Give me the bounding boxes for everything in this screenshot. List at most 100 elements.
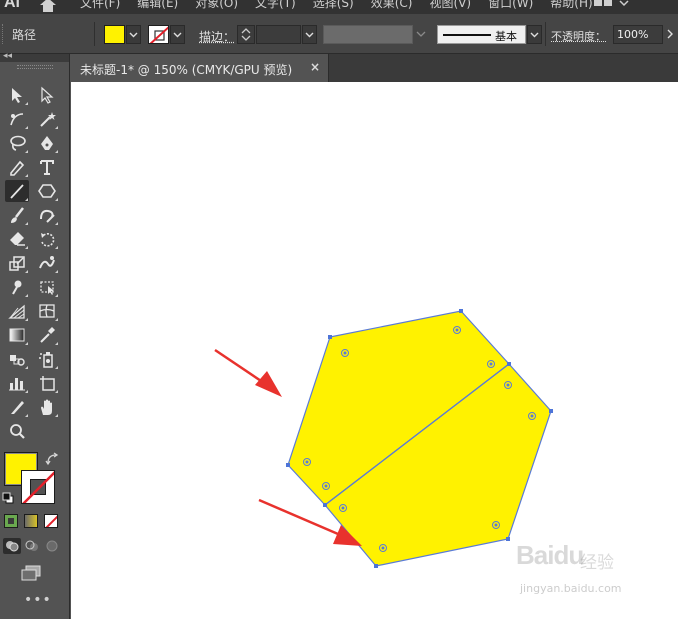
collapse-panel-icon[interactable]: ◂◂ bbox=[3, 51, 12, 61]
scale-tool[interactable] bbox=[5, 252, 29, 274]
stroke-color-box[interactable] bbox=[21, 470, 55, 504]
magic-wand-tool[interactable] bbox=[35, 108, 59, 130]
rotate-tool[interactable] bbox=[35, 228, 59, 250]
artboard-tool[interactable] bbox=[35, 372, 59, 394]
control-bar: 路径 描边： 基本 不透明度： 100% bbox=[0, 14, 678, 54]
gradient-tool[interactable] bbox=[5, 324, 29, 346]
chevron-right-icon[interactable] bbox=[665, 28, 675, 40]
draw-normal-button[interactable] bbox=[3, 538, 21, 554]
rotate-icon bbox=[41, 233, 55, 247]
fill-dropdown-button[interactable] bbox=[126, 25, 141, 44]
brush-definition[interactable]: 基本 bbox=[437, 25, 526, 44]
shaper-tool[interactable] bbox=[35, 204, 59, 226]
close-tab-button[interactable]: × bbox=[310, 60, 320, 74]
opacity-label[interactable]: 不透明度： bbox=[551, 28, 606, 44]
stroke-weight-input[interactable] bbox=[256, 25, 301, 44]
stroke-weight-label[interactable]: 描边： bbox=[199, 28, 235, 45]
polygon-tool[interactable] bbox=[35, 180, 59, 202]
document-tab[interactable]: 未标题-1* @ 150% (CMYK/GPU 预览) × bbox=[71, 54, 329, 82]
menu-item[interactable]: 帮助(H) bbox=[550, 0, 592, 11]
mesh-tool[interactable] bbox=[35, 300, 59, 322]
eyedropper-tool[interactable] bbox=[35, 324, 59, 346]
tool-group-indicator bbox=[25, 294, 28, 297]
artboard-icon bbox=[40, 376, 55, 391]
watermark-logo: Baidu bbox=[516, 540, 584, 570]
stroke-weight-spinner[interactable] bbox=[237, 25, 255, 44]
opacity-input[interactable]: 100% bbox=[613, 25, 663, 44]
screen-mode-icon[interactable] bbox=[20, 564, 44, 582]
default-fill-stroke-icon[interactable] bbox=[2, 492, 14, 504]
direct-selection-tool[interactable] bbox=[35, 84, 59, 106]
anchor-point bbox=[323, 503, 327, 507]
blend-tool[interactable] bbox=[5, 348, 29, 370]
tool-group-indicator bbox=[55, 414, 58, 417]
document-tab-title: 未标题-1* @ 150% (CMYK/GPU 预览) bbox=[80, 63, 293, 77]
tools-panel-grip[interactable] bbox=[16, 65, 53, 69]
hand-tool[interactable] bbox=[35, 396, 59, 418]
watermark-url: jingyan.baidu.com bbox=[520, 582, 622, 595]
eraser-tool[interactable] bbox=[5, 228, 29, 250]
anchor-point bbox=[506, 537, 510, 541]
line-segment-tool[interactable] bbox=[5, 180, 29, 202]
fill-swatch[interactable] bbox=[104, 25, 125, 44]
type-tool[interactable] bbox=[35, 156, 59, 178]
paintbrush-icon bbox=[11, 207, 24, 223]
tool-group-indicator bbox=[55, 342, 58, 345]
control-bar-grip[interactable] bbox=[2, 24, 5, 44]
warp-tool[interactable] bbox=[35, 252, 59, 274]
gradient-mode-button[interactable] bbox=[24, 514, 38, 528]
chevron-down-icon bbox=[305, 32, 314, 37]
stroke-swatch[interactable] bbox=[148, 25, 169, 44]
pen-tool[interactable] bbox=[35, 132, 59, 154]
home-icon[interactable] bbox=[38, 0, 58, 12]
tool-group-indicator bbox=[55, 390, 58, 393]
lasso-tool[interactable] bbox=[5, 132, 29, 154]
menu-item[interactable]: 对象(O) bbox=[195, 0, 238, 11]
tools-panel: ◂◂ ••• bbox=[0, 51, 70, 619]
none-mode-button[interactable] bbox=[44, 514, 58, 528]
workspace-switcher-icon[interactable] bbox=[592, 0, 632, 10]
column-graph-tool[interactable] bbox=[5, 372, 29, 394]
draw-behind-button[interactable] bbox=[23, 538, 41, 554]
curvature-icon bbox=[10, 113, 24, 126]
variable-width-profile[interactable] bbox=[323, 25, 413, 44]
menu-item[interactable]: 视图(V) bbox=[429, 0, 471, 11]
menu-item[interactable]: 效果(C) bbox=[371, 0, 413, 11]
swap-fill-stroke-icon[interactable] bbox=[45, 452, 59, 466]
chevron-down-icon bbox=[173, 32, 182, 37]
tool-group-indicator bbox=[55, 126, 58, 129]
chevron-down-icon[interactable] bbox=[416, 28, 426, 40]
pencil-tool[interactable] bbox=[5, 156, 29, 178]
tool-group-indicator bbox=[55, 270, 58, 273]
selection-tool[interactable] bbox=[5, 84, 29, 106]
free-transform-tool[interactable] bbox=[35, 276, 59, 298]
anchor-point bbox=[549, 409, 553, 413]
chevron-down-icon bbox=[530, 32, 539, 37]
menu-item[interactable]: 文件(F) bbox=[80, 0, 120, 11]
tool-group-indicator bbox=[55, 198, 58, 201]
tool-group-indicator bbox=[25, 150, 28, 153]
puppet-warp-tool[interactable] bbox=[5, 276, 29, 298]
perspective-grid-icon bbox=[8, 304, 25, 319]
artwork[interactable] bbox=[71, 82, 678, 619]
brush-dropdown-button[interactable] bbox=[527, 25, 542, 44]
curvature-tool[interactable] bbox=[5, 108, 29, 130]
pencil-icon bbox=[10, 160, 25, 176]
zoom-tool[interactable] bbox=[5, 420, 29, 442]
stroke-weight-dropdown[interactable] bbox=[302, 25, 317, 44]
symbol-sprayer-icon bbox=[39, 352, 53, 368]
menu-item[interactable]: 选择(S) bbox=[313, 0, 354, 11]
menu-item[interactable]: 窗口(W) bbox=[488, 0, 533, 11]
stroke-dropdown-button[interactable] bbox=[170, 25, 185, 44]
tool-group-indicator bbox=[25, 102, 28, 105]
paintbrush-tool[interactable] bbox=[5, 204, 29, 226]
draw-inside-button[interactable] bbox=[43, 538, 61, 554]
symbol-sprayer-tool[interactable] bbox=[35, 348, 59, 370]
color-mode-button[interactable] bbox=[4, 514, 18, 528]
menu-item[interactable]: 文字(T) bbox=[255, 0, 296, 11]
edit-toolbar-button[interactable]: ••• bbox=[24, 592, 52, 608]
perspective-grid-tool[interactable] bbox=[5, 300, 29, 322]
artboard-canvas[interactable] bbox=[71, 82, 678, 619]
menu-item[interactable]: 编辑(E) bbox=[137, 0, 178, 11]
slice-tool[interactable] bbox=[5, 396, 29, 418]
